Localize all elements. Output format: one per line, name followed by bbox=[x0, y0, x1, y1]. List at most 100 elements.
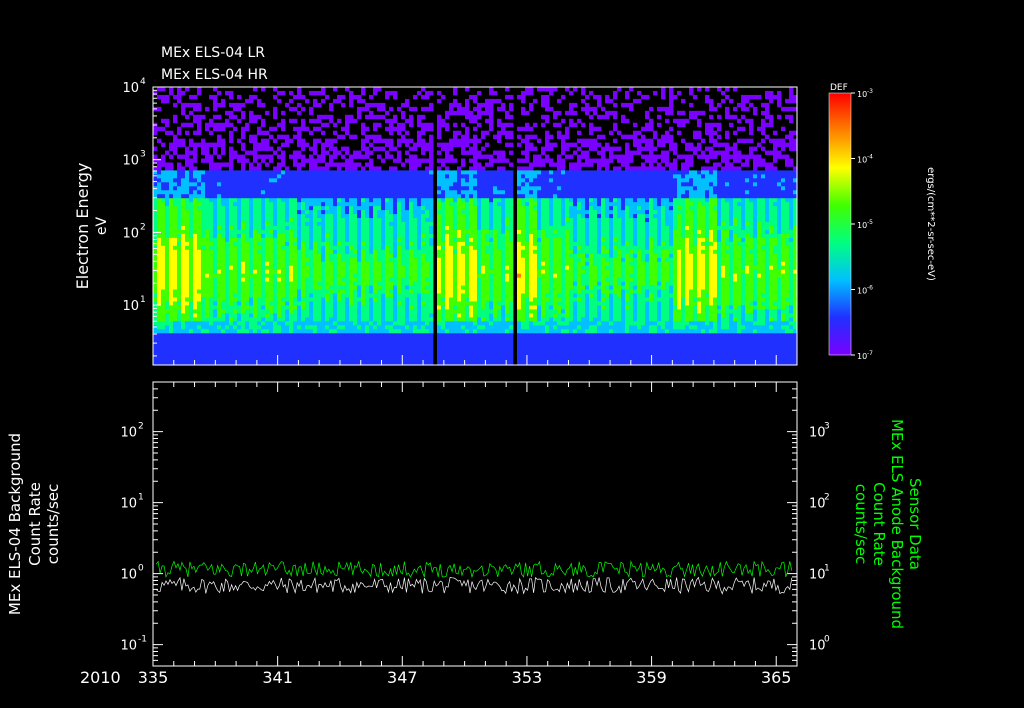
spectrogram-cell bbox=[401, 138, 406, 143]
spectrogram-cell bbox=[473, 289, 478, 294]
spectrogram-cell bbox=[157, 126, 162, 132]
spectrogram-cell bbox=[421, 214, 426, 219]
spectrogram-cell bbox=[173, 345, 178, 350]
spectrogram-cell bbox=[413, 317, 418, 322]
spectrogram-cell bbox=[465, 353, 470, 358]
spectrogram-cell bbox=[273, 285, 278, 290]
spectrogram-cell bbox=[305, 285, 310, 290]
spectrogram-cell bbox=[337, 261, 342, 267]
spectrogram-cell bbox=[229, 305, 234, 310]
spectrogram-cell bbox=[201, 174, 206, 179]
spectrogram-cell bbox=[209, 186, 214, 191]
spectrogram-cell bbox=[345, 337, 350, 342]
spectrogram-cell bbox=[393, 353, 398, 358]
spectrogram-cell bbox=[373, 146, 378, 151]
spectrogram-cell bbox=[157, 138, 162, 143]
spectrogram-cell bbox=[233, 178, 238, 183]
spectrogram-cell bbox=[209, 269, 214, 275]
spectrogram-cell bbox=[489, 325, 494, 330]
spectrogram-cell bbox=[181, 190, 186, 195]
spectrogram-cell bbox=[417, 122, 422, 128]
spectrogram-cell bbox=[449, 186, 454, 191]
spectrogram-cell bbox=[353, 202, 358, 207]
spectrogram-cell bbox=[453, 130, 458, 136]
spectrogram-cell bbox=[417, 158, 422, 163]
spectrogram-cell bbox=[445, 281, 450, 286]
spectrogram-cell bbox=[465, 226, 470, 231]
spectrogram-cell bbox=[197, 277, 202, 282]
spectrogram-cell bbox=[341, 349, 346, 354]
spectrogram-cell bbox=[201, 241, 206, 247]
spectrogram-cell bbox=[193, 229, 198, 235]
spectrogram-cell bbox=[201, 233, 206, 239]
spectrogram-cell bbox=[485, 273, 490, 279]
spectrogram-cell bbox=[337, 194, 342, 199]
spectrogram-cell bbox=[317, 126, 322, 132]
spectrogram-cell bbox=[269, 321, 274, 326]
spectrogram-cell bbox=[313, 341, 318, 346]
spectrogram-cell bbox=[473, 142, 478, 147]
spectrogram-cell bbox=[473, 317, 478, 322]
spectrogram-cell bbox=[437, 253, 442, 259]
spectrogram-cell bbox=[449, 317, 454, 322]
spectrogram-cell bbox=[473, 229, 478, 235]
spectrogram-cell bbox=[197, 293, 202, 298]
spectrogram-cell bbox=[477, 261, 482, 267]
spectrogram-cell bbox=[453, 233, 458, 239]
spectrogram-cell bbox=[465, 241, 470, 247]
spectrogram-cell bbox=[197, 249, 202, 255]
spectrogram-cell bbox=[421, 138, 426, 143]
spectrogram-cell bbox=[445, 289, 450, 294]
spectrogram-cell bbox=[389, 293, 394, 298]
spectrogram-cell bbox=[449, 198, 454, 203]
spectrogram-cell bbox=[465, 249, 470, 255]
spectrogram-cell bbox=[233, 349, 238, 354]
spectrogram-cell bbox=[321, 349, 326, 354]
spectrogram-cell bbox=[353, 337, 358, 342]
spectrogram-cell bbox=[393, 273, 398, 279]
spectrogram-cell bbox=[349, 269, 354, 275]
spectrogram-cell bbox=[249, 249, 254, 255]
spectrogram-cell bbox=[269, 309, 274, 314]
spectrogram-cell bbox=[217, 229, 222, 235]
spectrogram-cell bbox=[469, 237, 474, 243]
spectrogram-cell bbox=[353, 186, 358, 191]
spectrogram-cell bbox=[261, 170, 266, 175]
spectrogram-cell bbox=[357, 257, 362, 263]
spectrogram-cell bbox=[429, 233, 434, 239]
spectrogram-cell bbox=[469, 289, 474, 294]
spectrogram-cell bbox=[441, 214, 446, 219]
spectrogram-cell bbox=[385, 229, 390, 235]
spectrogram-cell bbox=[161, 170, 166, 175]
spectrogram-cell bbox=[309, 146, 314, 151]
spectrogram-cell bbox=[153, 277, 158, 282]
spectrogram-cell bbox=[249, 98, 254, 104]
spectrogram-cell bbox=[177, 293, 182, 298]
spectrogram-cell bbox=[201, 309, 206, 314]
spectrogram-cell bbox=[361, 170, 366, 175]
spectrogram-cell bbox=[153, 202, 158, 207]
spectrogram-cell bbox=[421, 273, 426, 279]
spectrogram-cell bbox=[385, 170, 390, 175]
spectrogram-cell bbox=[277, 198, 282, 203]
spectrogram-cell bbox=[477, 110, 482, 116]
spectrogram-cell bbox=[385, 202, 390, 207]
spectrogram-cell bbox=[297, 265, 302, 271]
spectrogram-cell bbox=[189, 214, 194, 219]
spectrogram-cell bbox=[169, 190, 174, 195]
spectrogram-cell bbox=[469, 301, 474, 306]
spectrogram-cell bbox=[385, 182, 390, 187]
spectrogram-cell bbox=[373, 309, 378, 314]
spectrogram-cell bbox=[253, 206, 258, 211]
spectrogram-cell bbox=[485, 305, 490, 310]
spectrogram-cell bbox=[245, 277, 250, 282]
spectrogram-cell bbox=[453, 297, 458, 302]
spectrogram-cell bbox=[485, 313, 490, 318]
spectrogram-cell bbox=[497, 249, 502, 255]
spectrogram-cell bbox=[265, 269, 270, 275]
spectrogram-cell bbox=[381, 214, 386, 219]
spectrogram-cell bbox=[205, 178, 210, 183]
spectrogram-cell bbox=[365, 222, 370, 227]
spectrogram-cell bbox=[417, 253, 422, 259]
spectrogram-cell bbox=[321, 158, 326, 163]
